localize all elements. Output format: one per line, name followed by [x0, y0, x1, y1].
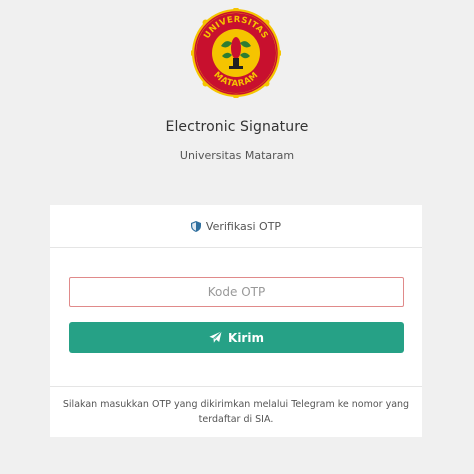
otp-card: Verifikasi OTP Kirim Silakan masukkan OT… — [50, 205, 422, 437]
submit-button-label: Kirim — [228, 330, 264, 345]
shield-icon — [190, 220, 201, 232]
app-subtitle: Universitas Mataram — [179, 149, 295, 162]
university-logo: UNIVERSITAS MATARAM — [191, 8, 281, 98]
otp-input[interactable] — [69, 277, 404, 307]
card-header-label: Verifikasi OTP — [205, 219, 282, 233]
card-header: Verifikasi OTP — [50, 205, 422, 248]
otp-instructions: Silakan masukkan OTP yang dikirimkan mel… — [50, 386, 422, 437]
paper-plane-icon — [209, 331, 222, 343]
submit-button[interactable]: Kirim — [69, 322, 404, 353]
app-title: Electronic Signature — [165, 119, 309, 135]
